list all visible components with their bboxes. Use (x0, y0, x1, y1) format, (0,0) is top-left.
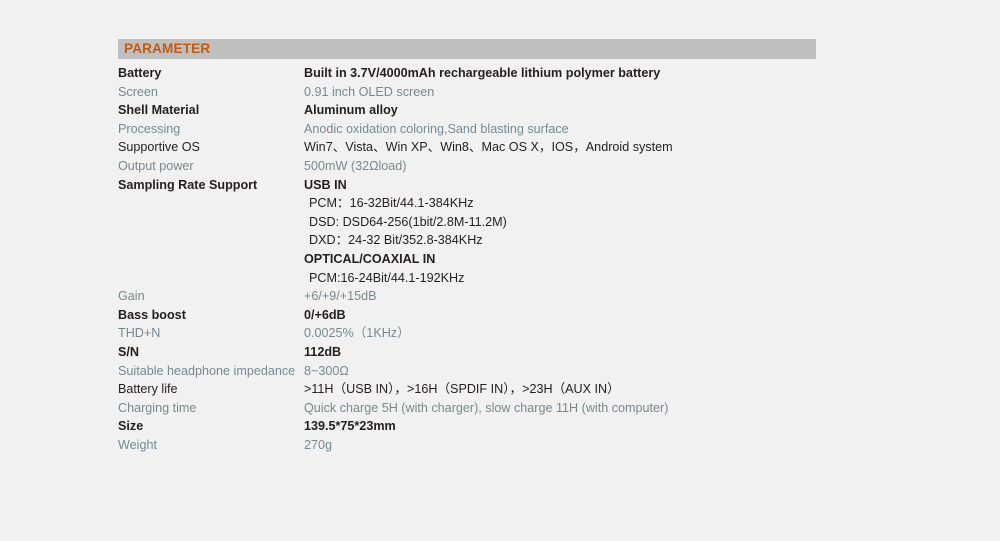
spec-row-subline: USB IN (304, 177, 347, 192)
spec-row-subline: DXD：24-32 Bit/352.8-384KHz (309, 233, 483, 248)
spec-row-label: Processing (118, 121, 181, 136)
spec-row-value: 0/+6dB (304, 307, 346, 322)
spec-row-label: Shell Material (118, 103, 200, 118)
spec-row: THD+N 0.0025%（1KHz） (118, 324, 816, 343)
spec-row-value: Anodic oxidation coloring,Sand blasting … (304, 121, 569, 136)
spec-row-value: 270g (304, 437, 333, 452)
spec-row-label: Output power (118, 158, 194, 173)
spec-row-label: Charging time (118, 400, 197, 415)
spec-row-value: >11H（USB IN），>16H（SPDIF IN），>23H（AUX IN） (304, 382, 620, 397)
spec-row: Supportive OS Win7、Vista、Win XP、Win8、Mac … (118, 138, 816, 157)
spec-row: Gain +6/+9/+15dB (118, 287, 816, 306)
spec-row-label: Bass boost (118, 307, 186, 322)
spec-row: Battery life >11H（USB IN），>16H（SPDIF IN），… (118, 380, 816, 399)
spec-row-label: Battery (118, 66, 162, 80)
spec-row-value: 500mW (32Ωload) (304, 158, 407, 173)
spec-row-label: S/N (118, 344, 139, 359)
spec-row: Shell Material Aluminum alloy (118, 101, 816, 120)
page-title: PARAMETER (124, 41, 211, 57)
spec-row-label: Supportive OS (118, 140, 200, 155)
spec-row-label: Size (118, 419, 144, 434)
spec-row-label: Screen (118, 84, 158, 99)
spec-row: Screen 0.91 inch OLED screen (118, 83, 816, 102)
spec-row: Processing Anodic oxidation coloring,Sand… (118, 120, 816, 139)
spec-row-value: +6/+9/+15dB (304, 289, 377, 304)
spec-row-subline: DSD: DSD64-256(1bit/2.8M-11.2M) (309, 214, 507, 229)
spec-row: Suitable headphone impedance 8~300Ω (118, 362, 816, 381)
spec-row-value: USB IN PCM：16-32Bit/44.1-384KHz DSD: DSD64… (304, 176, 507, 288)
spec-row-value: 0.91 inch OLED screen (304, 84, 435, 99)
spec-row: Battery Built in 3.7V/4000mAh rechargeabl… (118, 64, 816, 83)
parameter-spec-table: PARAMETER Battery Built in 3.7V/4000mAh r… (118, 39, 816, 454)
spec-row: Weight 270g (118, 436, 816, 455)
spec-row-value: 8~300Ω (304, 363, 349, 378)
spec-row-subline: OPTICAL/COAXIAL IN (304, 251, 436, 266)
spec-row-label: THD+N (118, 326, 161, 341)
spec-row-value: Win7、Vista、Win XP、Win8、Mac OS X，IOS，Andr… (304, 140, 673, 155)
spec-row-subline: PCM：16-32Bit/44.1-384KHz (309, 196, 474, 211)
spec-row: Size 139.5*75*23mm (118, 417, 816, 436)
spec-row-label: Gain (118, 289, 145, 304)
spec-row-label: Battery life (118, 382, 178, 397)
spec-row-value: Built in 3.7V/4000mAh rechargeable lithi… (304, 66, 661, 80)
spec-row: Sampling Rate Support USB IN PCM：16-32Bit/… (118, 176, 816, 288)
spec-row-list: Battery Built in 3.7V/4000mAh rechargeabl… (118, 64, 816, 454)
spec-row: S/N 112dB (118, 343, 816, 362)
spec-row: Charging time Quick charge 5H (with charg… (118, 399, 816, 418)
spec-row: Bass boost 0/+6dB (118, 306, 816, 325)
spec-row: Output power 500mW (32Ωload) (118, 157, 816, 176)
spec-row-value: 139.5*75*23mm (304, 419, 396, 434)
spec-sheet-page: PARAMETER Battery Built in 3.7V/4000mAh r… (0, 0, 1000, 541)
spec-row-value: 112dB (304, 344, 342, 359)
spec-row-value: Aluminum alloy (304, 103, 398, 118)
spec-row-value: 0.0025%（1KHz） (304, 326, 410, 341)
section-header-bar: PARAMETER (118, 39, 816, 59)
spec-row-label: Sampling Rate Support (118, 177, 258, 192)
spec-row-subline: PCM:16-24Bit/44.1-192KHz (309, 270, 465, 285)
spec-row-label: Weight (118, 437, 157, 452)
spec-row-value: Quick charge 5H (with charger), slow cha… (304, 400, 669, 415)
spec-row-label: Suitable headphone impedance (118, 363, 296, 378)
